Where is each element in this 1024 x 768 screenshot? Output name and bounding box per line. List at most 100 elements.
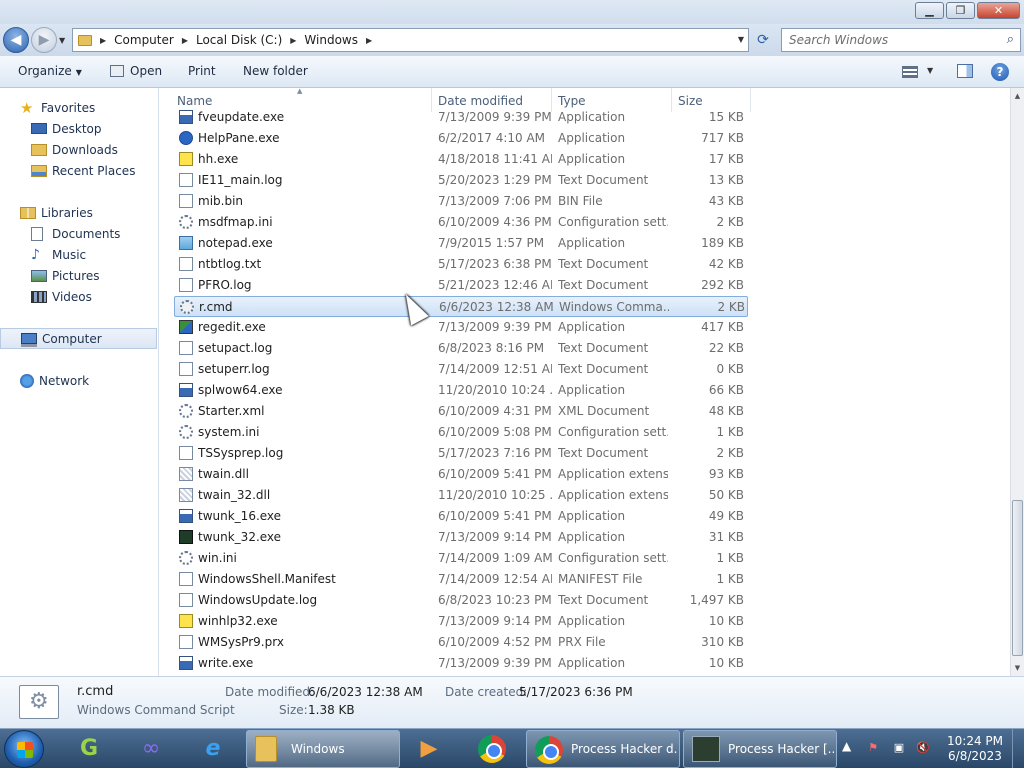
nav-recent-places[interactable]: Recent Places (0, 160, 157, 181)
file-row[interactable]: setupact.log 6/8/2023 8:16 PM Text Documen… (174, 338, 748, 359)
views-dropdown-icon[interactable]: ▼ (927, 66, 933, 75)
taskbar-windows-explorer[interactable]: Windows (246, 730, 400, 768)
internet-explorer-icon[interactable]: e (196, 733, 230, 765)
scroll-up-icon[interactable]: ▲ (1011, 88, 1024, 104)
taskbar-process-hacker[interactable]: Process Hacker [... (683, 730, 837, 768)
file-date-modified: 6/8/2023 8:16 PM (438, 341, 545, 355)
file-row[interactable]: setuperr.log 7/14/2009 12:51 AM Text Docum… (174, 359, 748, 380)
file-row[interactable]: twunk_32.exe 7/13/2009 9:14 PM Application… (174, 527, 748, 548)
file-row[interactable]: system.ini 6/10/2009 5:08 PM Configuration… (174, 422, 748, 443)
file-row[interactable]: win.ini 7/14/2009 1:09 AM Configuration se… (174, 548, 748, 569)
file-type: Application (558, 236, 626, 250)
taskbar-chrome-process-hacker[interactable]: Process Hacker d... (526, 730, 680, 768)
nav-network[interactable]: Network (0, 370, 157, 391)
preview-pane-icon[interactable] (957, 64, 973, 78)
nav-videos[interactable]: Videos (0, 286, 157, 307)
search-box[interactable]: ⌕ (781, 28, 1021, 52)
file-row[interactable]: ntbtlog.txt 5/17/2023 6:38 PM Text Documen… (174, 254, 748, 275)
search-input[interactable] (789, 30, 989, 50)
pinned-app-infinity-icon[interactable]: ∞ (134, 733, 168, 765)
forward-button[interactable]: ▶ (31, 27, 57, 53)
file-row[interactable]: splwow64.exe 11/20/2010 10:24 ... Applicat… (174, 380, 748, 401)
column-divider[interactable] (750, 88, 751, 112)
file-row[interactable]: fveupdate.exe 7/13/2009 9:39 PM Applicatio… (174, 107, 748, 128)
chevron-right-icon[interactable]: ▶ (182, 36, 188, 45)
column-header-date[interactable]: Date modified (438, 94, 523, 108)
nav-desktop[interactable]: Desktop (0, 118, 157, 139)
file-row[interactable]: WindowsShell.Manifest 7/14/2009 12:54 AM M… (174, 569, 748, 590)
nav-libraries[interactable]: Libraries (0, 202, 157, 223)
file-type-icon (180, 300, 194, 314)
file-type: MANIFEST File (558, 572, 643, 586)
file-row[interactable]: twunk_16.exe 6/10/2009 5:41 PM Application… (174, 506, 748, 527)
file-size: 13 KB (708, 173, 744, 187)
file-name: r.cmd (199, 300, 233, 314)
refresh-icon[interactable]: ⟳ (753, 30, 773, 50)
file-row[interactable]: TSSysprep.log 5/17/2023 7:16 PM Text Docum… (174, 443, 748, 464)
search-icon[interactable]: ⌕ (1007, 32, 1014, 47)
column-header-size[interactable]: Size (678, 94, 703, 108)
nav-downloads[interactable]: Downloads (0, 139, 157, 160)
nav-documents[interactable]: Documents (0, 223, 157, 244)
show-desktop-button[interactable] (1012, 729, 1024, 768)
file-date-modified: 7/13/2009 7:06 PM (438, 194, 552, 208)
chevron-right-icon[interactable]: ▶ (290, 36, 296, 45)
vertical-scrollbar[interactable]: ▲ ▼ (1010, 88, 1024, 676)
minimize-button[interactable]: ▁ (915, 2, 944, 19)
nav-music[interactable]: ♪ Music (0, 244, 157, 265)
media-player-icon[interactable]: ▶ (412, 733, 446, 765)
file-row[interactable]: twain_32.dll 11/20/2010 10:25 ... Applicat… (174, 485, 748, 506)
breadcrumb-local-disk[interactable]: Local Disk (C:) (196, 33, 282, 47)
nav-pictures[interactable]: Pictures (0, 265, 157, 286)
file-type: XML Document (558, 404, 650, 418)
file-row[interactable]: regedit.exe 7/13/2009 9:39 PM Application 4… (174, 317, 748, 338)
maximize-button[interactable]: ❐ (946, 2, 975, 19)
file-name: hh.exe (198, 152, 239, 166)
nav-favorites[interactable]: ★ Favorites (0, 97, 157, 118)
breadcrumb-computer[interactable]: Computer (114, 33, 174, 47)
nav-computer[interactable]: Computer (0, 328, 157, 349)
chevron-right-icon[interactable]: ▶ (366, 36, 372, 45)
pinned-app-g-icon[interactable]: G (72, 733, 106, 765)
file-row[interactable]: IE11_main.log 5/20/2023 1:29 PM Text Docum… (174, 170, 748, 191)
file-row[interactable]: winhlp32.exe 7/13/2009 9:14 PM Application… (174, 611, 748, 632)
file-row[interactable]: r.cmd 6/6/2023 12:38 AM Windows Comma... 2 … (174, 296, 748, 317)
close-button[interactable]: ✕ (977, 2, 1020, 19)
file-row[interactable]: msdfmap.ini 6/10/2009 4:36 PM Configuratio… (174, 212, 748, 233)
file-row[interactable]: mib.bin 7/13/2009 7:06 PM BIN File 43 KB (174, 191, 748, 212)
change-view-icon[interactable] (902, 66, 918, 78)
file-row[interactable]: hh.exe 4/18/2018 11:41 AM Application 17 KB (174, 149, 748, 170)
file-row[interactable]: Starter.xml 6/10/2009 4:31 PM XML Document… (174, 401, 748, 422)
chrome-icon[interactable] (478, 735, 506, 763)
address-dropdown-icon[interactable]: ▼ (738, 35, 744, 44)
column-header-name[interactable]: Name (177, 94, 212, 108)
volume-muted-icon[interactable]: 🔇 (916, 741, 930, 755)
new-folder-button[interactable]: New folder (243, 64, 308, 78)
file-row[interactable]: twain.dll 6/10/2009 5:41 PM Application ex… (174, 464, 748, 485)
file-row[interactable]: WMSysPr9.prx 6/10/2009 4:52 PM PRX File 310… (174, 632, 748, 653)
file-row[interactable]: HelpPane.exe 6/2/2017 4:10 AM Application 7… (174, 128, 748, 149)
chevron-right-icon[interactable]: ▶ (100, 36, 106, 45)
file-row[interactable]: write.exe 7/13/2009 9:39 PM Application 10 … (174, 653, 748, 674)
scroll-down-icon[interactable]: ▼ (1011, 660, 1024, 676)
system-clock[interactable]: 10:24 PM 6/8/2023 (940, 734, 1010, 764)
show-hidden-icons-button[interactable]: ▲ (842, 739, 851, 753)
print-button[interactable]: Print (188, 64, 216, 78)
file-row[interactable]: WindowsUpdate.log 6/8/2023 10:23 PM Text D… (174, 590, 748, 611)
start-button[interactable] (4, 730, 44, 768)
breadcrumb-windows[interactable]: Windows (304, 33, 358, 47)
sort-ascending-icon: ▲ (297, 88, 303, 95)
back-button[interactable]: ◀ (3, 27, 29, 53)
recent-pages-dropdown-icon[interactable]: ▼ (59, 36, 65, 45)
open-button[interactable]: Open (110, 64, 162, 78)
network-tray-icon[interactable]: ▣ (892, 741, 906, 755)
file-type: Application (558, 530, 626, 544)
organize-button[interactable]: Organize ▼ (18, 64, 82, 78)
column-header-type[interactable]: Type (558, 94, 586, 108)
file-row[interactable]: notepad.exe 7/9/2015 1:57 PM Application 18… (174, 233, 748, 254)
address-bar[interactable]: ▶ Computer ▶ Local Disk (C:) ▶ Windows ▶… (72, 28, 749, 52)
action-center-flag-icon[interactable]: ⚑ (866, 741, 880, 755)
file-row[interactable]: PFRO.log 5/21/2023 12:46 AM Text Document 2… (174, 275, 748, 296)
scrollbar-thumb[interactable] (1012, 500, 1023, 656)
help-icon[interactable]: ? (991, 63, 1009, 81)
